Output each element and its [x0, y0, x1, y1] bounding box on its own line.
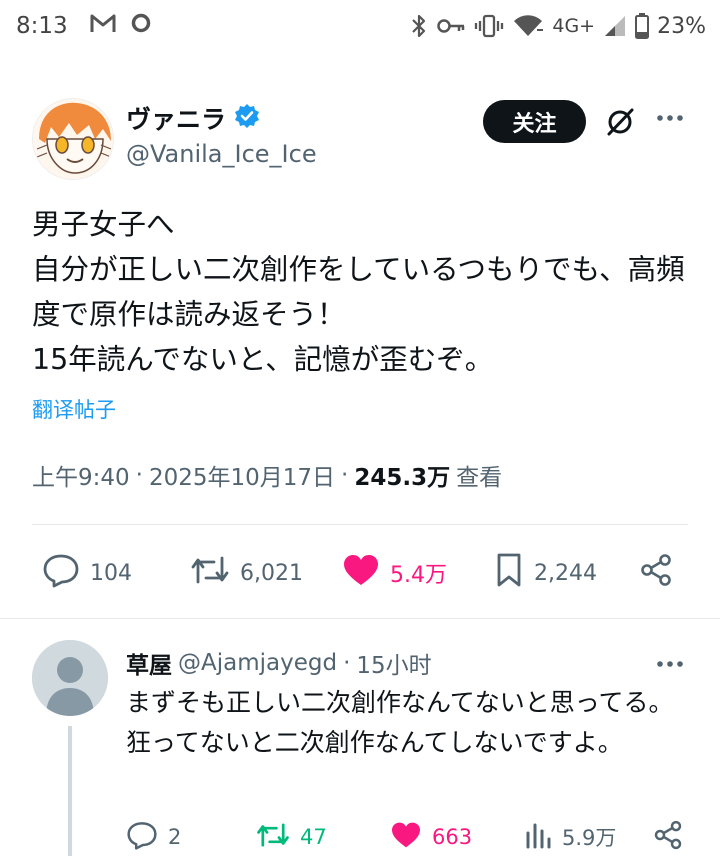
tweet-text: 男子女子へ 自分が正しい二次創作をしているつもりでも、高頻度で原作は読み返そう！… — [32, 208, 685, 376]
reply-reply-button[interactable]: 2 — [126, 816, 181, 856]
battery-icon — [635, 13, 650, 39]
bluetooth-icon — [410, 13, 428, 39]
views-label: 查看 — [456, 465, 503, 491]
reply-repost-button[interactable]: 47 — [256, 816, 327, 856]
divider — [32, 524, 688, 525]
network-type-label: 4G+ — [552, 15, 596, 37]
reply-action-bar: 2 47 663 5.9万 — [0, 816, 720, 856]
repost-count: 6,021 — [240, 560, 303, 586]
vibrate-icon — [474, 14, 504, 38]
gmail-icon — [90, 12, 116, 40]
reply-button[interactable]: 104 — [42, 548, 132, 598]
reply-header: 草屋 @Ajamjayegd · 15小时 — [126, 646, 432, 680]
reply-icon — [126, 820, 158, 855]
reply-repost-count: 47 — [300, 825, 327, 849]
tweet-meta: 上午9:40 · 2025年10月17日 · 245.3万 查看 — [32, 458, 502, 492]
signal-icon — [603, 14, 627, 38]
share-icon — [652, 819, 684, 856]
bookmark-count: 2,244 — [534, 560, 597, 586]
share-button[interactable] — [638, 548, 674, 598]
reply-views-button[interactable]: 5.9万 — [524, 816, 616, 856]
more-options-icon[interactable] — [654, 108, 686, 132]
like-count: 5.4万 — [390, 563, 447, 588]
tweet-time[interactable]: 上午9:40 — [32, 458, 130, 492]
reply-avatar[interactable] — [32, 640, 108, 716]
reply-author-name[interactable]: 草屋 — [126, 646, 172, 680]
share-icon — [638, 552, 674, 594]
reply-text: まずそも正しい二次創作なんてないと思ってる。狂ってないと二次創作なんてしないです… — [126, 688, 674, 757]
repost-icon — [256, 821, 290, 854]
heart-filled-icon — [342, 553, 380, 593]
translate-post-link[interactable]: 翻译帖子 — [32, 394, 116, 424]
heart-filled-icon — [390, 821, 422, 854]
views-chart-icon — [524, 821, 552, 854]
wifi-icon — [512, 14, 544, 38]
author-avatar[interactable] — [32, 98, 114, 180]
reply-time[interactable]: 15小时 — [356, 646, 431, 680]
status-time: 8:13 — [16, 13, 68, 39]
bookmark-icon — [494, 552, 524, 594]
reply-like-button[interactable]: 663 — [390, 816, 472, 856]
grok-icon[interactable] — [604, 106, 636, 142]
reply-author-handle[interactable]: @Ajamjayegd — [178, 650, 337, 676]
reply-icon — [42, 552, 80, 594]
author-handle[interactable]: @Vanila_Ice_Ice — [126, 140, 317, 168]
reply-more-options-icon[interactable] — [654, 654, 686, 678]
reply-reply-count: 2 — [168, 825, 182, 849]
status-bar: 8:13 4G+ 23% — [0, 0, 720, 52]
reply-views-count: 5.9万 — [562, 826, 617, 850]
verified-badge-icon — [234, 103, 260, 133]
bookmark-button[interactable]: 2,244 — [494, 548, 597, 598]
divider — [0, 618, 720, 619]
repost-button[interactable]: 6,021 — [190, 548, 303, 598]
reply-count: 104 — [90, 560, 132, 586]
author-name-row[interactable]: ヴァニラ — [126, 100, 260, 136]
reply-like-count: 663 — [432, 825, 473, 849]
author-name[interactable]: ヴァニラ — [126, 100, 226, 136]
reply-share-button[interactable] — [652, 816, 684, 856]
key-icon — [436, 16, 466, 36]
battery-percent: 23% — [657, 13, 706, 39]
reply-separator: · — [343, 650, 351, 676]
follow-button[interactable]: 关注 — [483, 100, 586, 143]
tweet-date[interactable]: 2025年10月17日 — [149, 458, 335, 492]
repost-icon — [190, 554, 230, 592]
tweet-action-bar: 104 6,021 5.4万 2,244 — [0, 548, 720, 598]
circle-notification-icon — [130, 12, 152, 40]
meta-separator: · — [341, 462, 349, 488]
like-button[interactable]: 5.4万 — [342, 548, 447, 598]
meta-separator: · — [135, 462, 143, 488]
views-count[interactable]: 245.3万 — [354, 458, 450, 492]
